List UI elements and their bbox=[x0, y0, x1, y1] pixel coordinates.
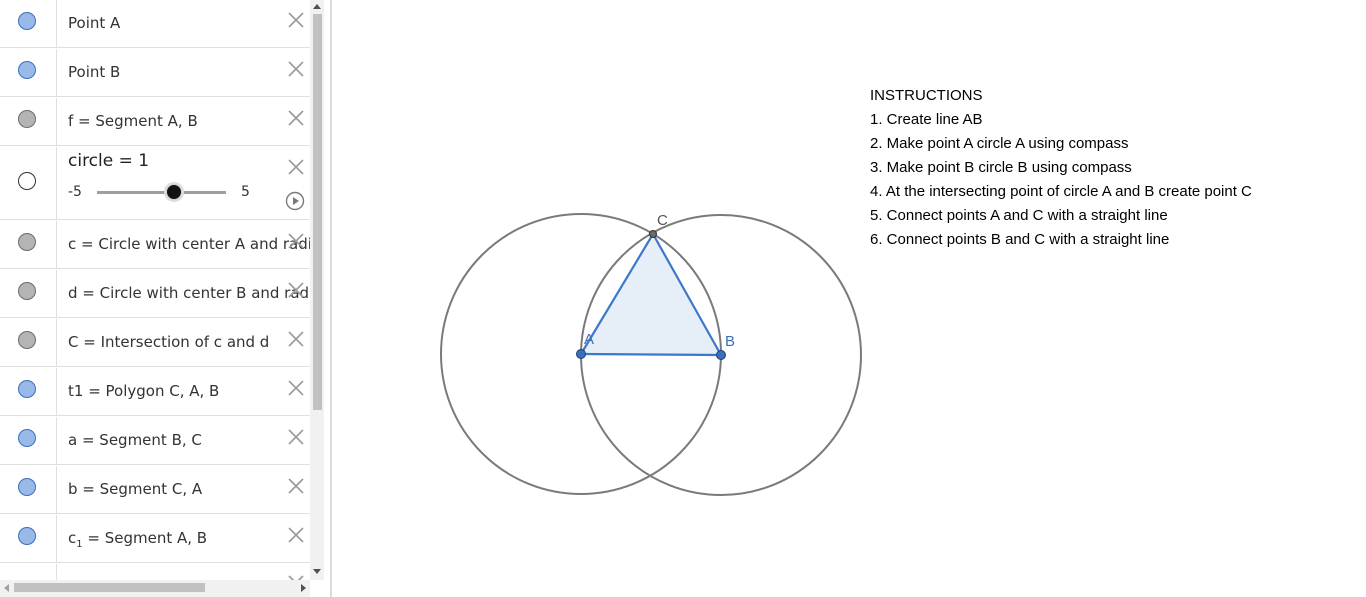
algebra-row-label: c = Circle with center A and radius bbox=[68, 235, 310, 253]
scroll-down-arrow-icon[interactable] bbox=[313, 569, 321, 574]
close-icon[interactable] bbox=[287, 11, 305, 29]
algebra-row-segment-c1[interactable]: c1 = Segment A, B bbox=[0, 515, 310, 563]
close-icon[interactable] bbox=[287, 109, 305, 127]
visibility-toggle[interactable] bbox=[18, 61, 36, 79]
point-b[interactable] bbox=[716, 350, 726, 360]
algebra-row-label: Point A bbox=[68, 14, 121, 32]
point-a[interactable] bbox=[576, 349, 586, 359]
algebra-row-point-b[interactable]: Point B bbox=[0, 49, 310, 97]
algebra-row-label: c1 = Segment A, B bbox=[68, 529, 208, 550]
algebra-row-point-a[interactable]: Point A bbox=[0, 0, 310, 48]
visibility-toggle[interactable] bbox=[18, 478, 36, 496]
algebra-row-label: Point B bbox=[68, 63, 121, 81]
algebra-row-label: t1 = Polygon C, A, B bbox=[68, 382, 220, 400]
algebra-row-slider-circle[interactable]: circle = 1 -5 5 bbox=[0, 147, 310, 220]
close-icon[interactable] bbox=[287, 60, 305, 78]
algebra-row-polygon-t1[interactable]: t1 = Polygon C, A, B bbox=[0, 368, 310, 416]
algebra-row-intersection-c[interactable]: C = Intersection of c and d bbox=[0, 319, 310, 367]
slider-label: circle = 1 bbox=[68, 151, 150, 171]
instructions-text: INSTRUCTIONS 1. Create line AB 2. Make p… bbox=[870, 86, 1252, 254]
visibility-toggle[interactable] bbox=[18, 110, 36, 128]
algebra-row-segment-b[interactable]: b = Segment C, A bbox=[0, 466, 310, 514]
scroll-up-arrow-icon[interactable] bbox=[313, 4, 321, 9]
instruction-step: 4. At the intersecting point of circle A… bbox=[870, 183, 1252, 200]
algebra-row-label: C = Intersection of c and d bbox=[68, 333, 270, 351]
algebra-row-segment-a[interactable]: a = Segment B, C bbox=[0, 417, 310, 465]
algebra-view: Point A Point B f = Segment A, B circle … bbox=[0, 0, 324, 597]
visibility-toggle[interactable] bbox=[18, 12, 36, 30]
close-icon[interactable] bbox=[287, 158, 305, 176]
vertical-scrollbar-thumb[interactable] bbox=[313, 14, 322, 410]
point-b-label: B bbox=[725, 333, 735, 350]
instruction-step: 5. Connect points A and C with a straigh… bbox=[870, 207, 1168, 224]
close-icon[interactable] bbox=[287, 428, 305, 446]
visibility-toggle[interactable] bbox=[18, 429, 36, 447]
algebra-row-label: d = Circle with center B and radius bbox=[68, 284, 310, 302]
close-icon[interactable] bbox=[287, 379, 305, 397]
slider-handle[interactable] bbox=[166, 184, 183, 200]
slider-min: -5 bbox=[68, 184, 82, 200]
visibility-toggle[interactable] bbox=[18, 380, 36, 398]
segment-c1[interactable] bbox=[580, 352, 722, 357]
visibility-toggle[interactable] bbox=[18, 331, 36, 349]
scroll-left-arrow-icon[interactable] bbox=[4, 584, 9, 592]
instruction-step: 1. Create line AB bbox=[870, 111, 983, 128]
algebra-row-segment-f[interactable]: f = Segment A, B bbox=[0, 98, 310, 146]
instruction-step: 3. Make point B circle B using compass bbox=[870, 159, 1132, 176]
scroll-right-arrow-icon[interactable] bbox=[301, 584, 306, 592]
algebra-row-circle-c[interactable]: c = Circle with center A and radius bbox=[0, 221, 310, 269]
instruction-step: 6. Connect points B and C with a straigh… bbox=[870, 231, 1170, 248]
close-icon[interactable] bbox=[287, 232, 305, 250]
slider-max: 5 bbox=[241, 184, 250, 200]
instruction-step: 2. Make point A circle A using compass bbox=[870, 135, 1129, 152]
algebra-row-label: b = Segment C, A bbox=[68, 480, 203, 498]
close-icon[interactable] bbox=[287, 526, 305, 544]
point-c-label: C bbox=[657, 212, 668, 229]
visibility-toggle[interactable] bbox=[18, 233, 36, 251]
visibility-toggle[interactable] bbox=[18, 527, 36, 545]
point-a-label: A bbox=[584, 331, 594, 348]
point-c[interactable] bbox=[649, 230, 657, 238]
close-icon[interactable] bbox=[287, 281, 305, 299]
visibility-toggle[interactable] bbox=[18, 282, 36, 300]
slider-track[interactable] bbox=[97, 191, 226, 194]
close-icon[interactable] bbox=[287, 330, 305, 348]
polygon-t1[interactable] bbox=[581, 234, 721, 355]
visibility-toggle[interactable] bbox=[18, 172, 36, 190]
horizontal-scrollbar-thumb[interactable] bbox=[14, 583, 205, 592]
algebra-row-circle-d[interactable]: d = Circle with center B and radius bbox=[0, 270, 310, 318]
algebra-row-label: f = Segment A, B bbox=[68, 112, 198, 130]
algebra-row-label: a = Segment B, C bbox=[68, 431, 202, 449]
play-icon[interactable] bbox=[285, 191, 305, 211]
instructions-title: INSTRUCTIONS bbox=[870, 87, 983, 104]
close-icon[interactable] bbox=[287, 477, 305, 495]
